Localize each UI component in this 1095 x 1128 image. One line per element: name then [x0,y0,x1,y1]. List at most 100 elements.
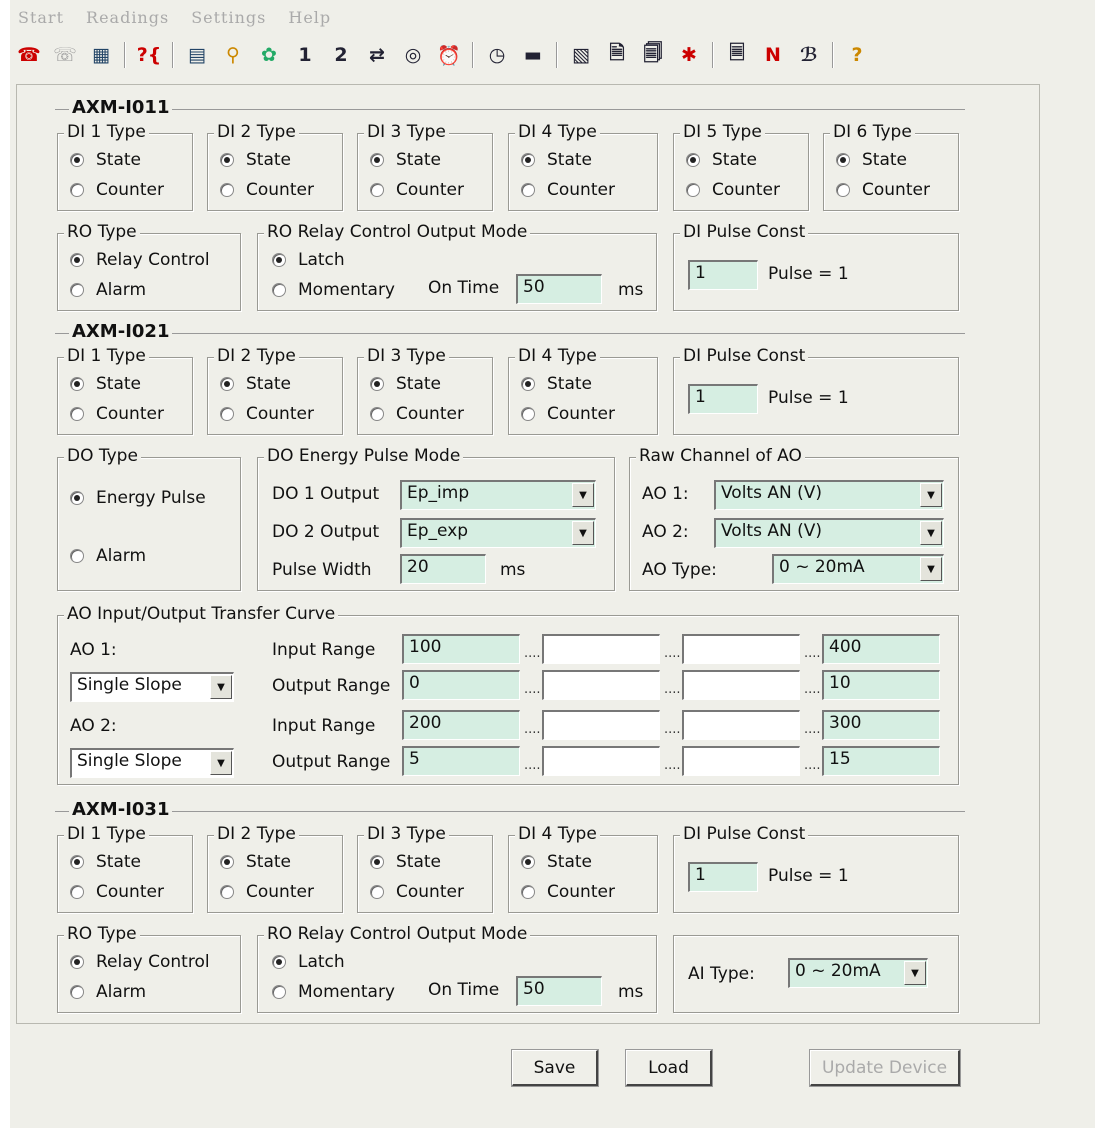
ao2-output-range-2[interactable] [542,746,660,776]
radio-state[interactable]: State [521,852,592,872]
ai-type-select[interactable]: 0 ~ 20mA ▼ [788,958,928,988]
en-icon[interactable]: 🗏 [722,41,752,69]
menu-settings[interactable]: Settings [191,8,266,34]
radio-state[interactable]: State [836,150,907,170]
radio-counter[interactable]: Counter [220,180,314,200]
save-button[interactable]: Save [511,1049,599,1087]
menu-readings[interactable]: Readings [86,8,169,34]
chevron-down-icon[interactable]: ▼ [904,961,926,985]
radio-alarm[interactable]: Alarm [70,982,146,1002]
timer-icon[interactable]: ◷ [482,41,512,69]
radio-state[interactable]: State [220,852,291,872]
ao2-output-range-1[interactable]: 5 [402,746,520,776]
radio-counter[interactable]: Counter [70,180,164,200]
ao1-input-range-2[interactable] [542,634,660,664]
chevron-down-icon[interactable]: ▼ [920,557,942,581]
on-time-input[interactable]: 50 [516,976,602,1006]
radio-state[interactable]: State [370,150,441,170]
ao2-slope-select[interactable]: Single Slope ▼ [70,748,234,778]
radio-state[interactable]: State [220,150,291,170]
phase-icon[interactable]: ℬ [794,41,824,69]
radio-state[interactable]: State [70,374,141,394]
radio-counter[interactable]: Counter [370,882,464,902]
alarm-clock-icon[interactable]: ⏰ [434,41,464,69]
chevron-down-icon[interactable]: ▼ [572,521,594,545]
radio-counter[interactable]: Counter [70,882,164,902]
disconnect-icon[interactable]: ☏ [50,41,80,69]
radio-state[interactable]: State [521,150,592,170]
pulse-width-input[interactable]: 20 [400,554,486,584]
radio-counter[interactable]: Counter [370,404,464,424]
radio-state[interactable]: State [370,374,441,394]
menu-help[interactable]: Help [288,8,331,34]
radio-alarm[interactable]: Alarm [70,546,146,566]
device-list-icon[interactable]: ▦ [86,41,116,69]
radio-counter[interactable]: Counter [220,404,314,424]
setup-icon[interactable]: ⚲ [218,41,248,69]
ao2-input-range-3[interactable] [682,710,800,740]
one-icon[interactable]: 1 [290,41,320,69]
do2-output-select[interactable]: Ep_exp ▼ [400,518,596,548]
radio-state[interactable]: State [686,150,757,170]
pulse-const-input[interactable]: 1 [688,384,758,414]
phone-icon[interactable]: ☎ [14,41,44,69]
e1-icon[interactable]: 🗎 [602,41,632,69]
ao2-output-range-3[interactable] [682,746,800,776]
radio-alarm[interactable]: Alarm [70,280,146,300]
ao1-raw-select[interactable]: Volts AN (V) ▼ [714,480,944,510]
help-icon[interactable]: ? [842,41,872,69]
report-icon[interactable]: ▧ [566,41,596,69]
load-button[interactable]: Load [625,1049,713,1087]
radio-counter[interactable]: Counter [220,882,314,902]
ao1-output-range-1[interactable]: 0 [402,670,520,700]
radio-counter[interactable]: Counter [836,180,930,200]
transfer-icon[interactable]: ⇄ [362,41,392,69]
radio-latch[interactable]: Latch [272,250,345,270]
radio-state[interactable]: State [521,374,592,394]
two-icon[interactable]: 2 [326,41,356,69]
ao1-output-range-4[interactable]: 10 [822,670,940,700]
radio-relay-control[interactable]: Relay Control [70,952,210,972]
on-time-input[interactable]: 50 [516,274,602,304]
harmonics-icon[interactable]: ✱ [674,41,704,69]
radio-counter[interactable]: Counter [521,404,615,424]
radio-counter[interactable]: Counter [70,404,164,424]
chevron-down-icon[interactable]: ▼ [210,751,232,775]
chevron-down-icon[interactable]: ▼ [920,483,942,507]
ao1-slope-select[interactable]: Single Slope ▼ [70,672,234,702]
ao2-raw-select[interactable]: Volts AN (V) ▼ [714,518,944,548]
n-icon[interactable]: N [758,41,788,69]
radio-counter[interactable]: Counter [686,180,780,200]
target-icon[interactable]: ◎ [398,41,428,69]
menu-start[interactable]: Start [18,8,64,34]
radio-counter[interactable]: Counter [521,882,615,902]
ao1-output-range-2[interactable] [542,670,660,700]
ao1-input-range-1[interactable]: 100 [402,634,520,664]
keyboard-icon[interactable]: ▬ [518,41,548,69]
update-device-button[interactable]: Update Device [809,1049,961,1087]
radio-state[interactable]: State [70,852,141,872]
chevron-down-icon[interactable]: ▼ [210,675,232,699]
radio-state[interactable]: State [220,374,291,394]
ao1-input-range-3[interactable] [682,634,800,664]
ao2-input-range-2[interactable] [542,710,660,740]
radio-momentary[interactable]: Momentary [272,982,395,1002]
ao1-input-range-4[interactable]: 400 [822,634,940,664]
ao2-output-range-4[interactable]: 15 [822,746,940,776]
chevron-down-icon[interactable]: ▼ [572,483,594,507]
radio-state[interactable]: State [370,852,441,872]
radio-relay-control[interactable]: Relay Control [70,250,210,270]
radio-state[interactable]: State [70,150,141,170]
display-icon[interactable]: ▤ [182,41,212,69]
radio-counter[interactable]: Counter [370,180,464,200]
radio-latch[interactable]: Latch [272,952,345,972]
radio-energy-pulse[interactable]: Energy Pulse [70,488,206,508]
radio-momentary[interactable]: Momentary [272,280,395,300]
ao2-input-range-4[interactable]: 300 [822,710,940,740]
chevron-down-icon[interactable]: ▼ [920,521,942,545]
pulse-const-input[interactable]: 1 [688,260,758,290]
ao2-input-range-1[interactable]: 200 [402,710,520,740]
query-icon[interactable]: ?{ [134,41,164,69]
ao-type-select[interactable]: 0 ~ 20mA ▼ [772,554,944,584]
do1-output-select[interactable]: Ep_imp ▼ [400,480,596,510]
